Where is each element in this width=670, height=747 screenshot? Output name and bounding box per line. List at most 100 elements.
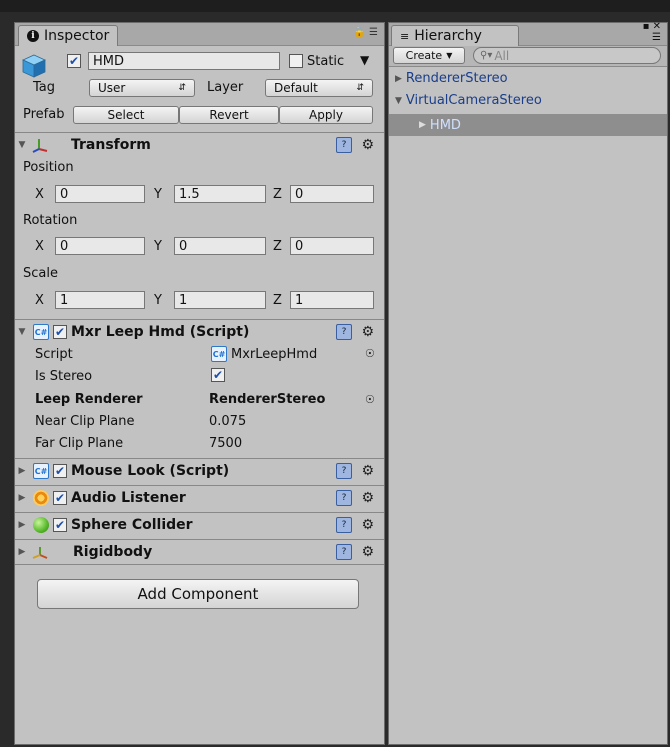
tag-label: Tag — [33, 80, 56, 95]
scale-x-field[interactable]: 1 — [55, 291, 145, 309]
prefab-select-button[interactable]: Select — [73, 106, 179, 124]
gear-icon[interactable]: ⚙ — [361, 137, 374, 153]
gear-icon[interactable]: ⚙ — [361, 544, 374, 560]
tag-dropdown[interactable]: User ⇵ — [89, 79, 195, 97]
object-picker-icon[interactable]: ☉ — [365, 347, 375, 360]
mxr-leep-hmd-header[interactable]: ▼ C# ✔ Mxr Leep Hmd (Script) ? ⚙ — [15, 319, 384, 344]
mouse-look-header[interactable]: ▶ C# ✔ Mouse Look (Script) ? ⚙ — [15, 458, 384, 483]
scale-y-field[interactable]: 1 — [174, 291, 266, 309]
help-icon[interactable]: ? — [336, 463, 352, 479]
sphere-collider-header[interactable]: ▶ ✔ Sphere Collider ? ⚙ — [15, 512, 384, 537]
y-label: Y — [154, 187, 162, 202]
y-label: Y — [154, 293, 162, 308]
collapsed-triangle-icon[interactable]: ▶ — [15, 493, 29, 503]
layer-dropdown-value: Default — [274, 81, 318, 95]
transform-title: Transform — [71, 137, 151, 153]
dropdown-arrows-icon: ⇵ — [356, 83, 364, 93]
sphere-collider-title: Sphere Collider — [71, 517, 193, 533]
audio-listener-icon — [33, 490, 49, 506]
near-clip-plane-value[interactable]: 0.075 — [209, 414, 246, 429]
audio-listener-header[interactable]: ▶ ✔ Audio Listener ? ⚙ — [15, 485, 384, 510]
gameobject-cube-icon — [21, 53, 47, 79]
scale-label: Scale — [23, 266, 58, 281]
collapsed-triangle-icon[interactable]: ▶ — [15, 466, 29, 476]
collapsed-triangle-icon[interactable]: ▶ — [15, 520, 29, 530]
x-label: X — [35, 293, 44, 308]
rotation-row: X 0 Y 0 Z 0 — [15, 237, 384, 259]
far-clip-plane-label: Far Clip Plane — [35, 436, 124, 451]
expand-triangle-icon[interactable]: ▼ — [395, 96, 402, 106]
active-checkbox[interactable]: ✔ — [67, 54, 81, 68]
component-enabled-checkbox[interactable]: ✔ — [53, 491, 67, 505]
near-clip-plane-label: Near Clip Plane — [35, 414, 135, 429]
z-label: Z — [273, 293, 282, 308]
rigidbody-header[interactable]: ▶ Rigidbody ? ⚙ — [15, 539, 384, 565]
hierarchy-item-label: RendererStereo — [405, 71, 508, 86]
tag-dropdown-value: User — [98, 81, 126, 95]
dropdown-arrows-icon: ⇵ — [178, 83, 186, 93]
collapsed-triangle-icon[interactable]: ▶ — [419, 120, 426, 130]
list-icon: ≡ — [400, 29, 410, 43]
position-x-field[interactable]: 0 — [55, 185, 145, 203]
static-dropdown-icon[interactable]: ▼ — [360, 53, 369, 67]
component-enabled-checkbox[interactable]: ✔ — [53, 464, 67, 478]
is-stereo-checkbox[interactable]: ✔ — [211, 368, 225, 382]
rotation-z-field[interactable]: 0 — [290, 237, 374, 255]
rotation-y-field[interactable]: 0 — [174, 237, 266, 255]
tab-hierarchy[interactable]: ≡ Hierarchy — [391, 25, 519, 46]
object-name-field[interactable]: HMD — [88, 52, 280, 70]
hierarchy-item[interactable]: ▶ RendererStereo — [395, 71, 508, 86]
prefab-revert-button[interactable]: Revert — [179, 106, 279, 124]
hierarchy-toolbar: Create ▼ ⚲▾ All — [389, 46, 667, 67]
inspector-tab-bar: i Inspector 🔒 ☰ — [15, 23, 384, 46]
far-clip-plane-value[interactable]: 7500 — [209, 436, 242, 451]
csharp-script-icon: C# — [33, 463, 49, 479]
rotation-x-field[interactable]: 0 — [55, 237, 145, 255]
collapsed-triangle-icon[interactable]: ▶ — [395, 74, 402, 84]
component-enabled-checkbox[interactable]: ✔ — [53, 325, 67, 339]
hierarchy-item-label: HMD — [429, 117, 461, 133]
scale-z-field[interactable]: 1 — [290, 291, 374, 309]
gear-icon[interactable]: ⚙ — [361, 517, 374, 533]
position-z-field[interactable]: 0 — [290, 185, 374, 203]
mouse-look-title: Mouse Look (Script) — [71, 463, 230, 479]
hierarchy-tab-bar: ≡ Hierarchy ▪ ✕ ☰ — [389, 21, 667, 46]
help-icon[interactable]: ? — [336, 544, 352, 560]
sphere-collider-icon — [33, 517, 49, 533]
hierarchy-search-input[interactable]: ⚲▾ All — [473, 47, 661, 64]
rigidbody-title: Rigidbody — [73, 544, 153, 560]
script-field[interactable]: C# MxrLeepHmd — [211, 346, 317, 362]
info-icon: i — [27, 30, 39, 42]
leep-renderer-value[interactable]: RendererStereo — [209, 392, 325, 407]
help-icon[interactable]: ? — [336, 324, 352, 340]
expand-triangle-icon[interactable]: ▼ — [15, 140, 29, 150]
help-icon[interactable]: ? — [336, 517, 352, 533]
tab-inspector-label: Inspector — [44, 28, 110, 44]
hierarchy-item-selected[interactable]: ▶ HMD — [389, 114, 667, 136]
position-y-field[interactable]: 1.5 — [174, 185, 266, 203]
add-component-button[interactable]: Add Component — [37, 579, 359, 609]
transform-header[interactable]: ▼ Transform ? ⚙ — [15, 132, 384, 157]
gear-icon[interactable]: ⚙ — [361, 324, 374, 340]
z-label: Z — [273, 239, 282, 254]
gear-icon[interactable]: ⚙ — [361, 490, 374, 506]
lock-icon[interactable]: 🔒 ☰ — [353, 27, 378, 38]
help-icon[interactable]: ? — [336, 137, 352, 153]
help-icon[interactable]: ? — [336, 490, 352, 506]
create-dropdown[interactable]: Create ▼ — [393, 47, 465, 64]
static-checkbox[interactable] — [289, 54, 303, 68]
hierarchy-panel: ≡ Hierarchy ▪ ✕ ☰ Create ▼ ⚲▾ All ▶ Rende… — [388, 21, 668, 745]
prefab-label: Prefab — [23, 107, 65, 122]
layer-dropdown[interactable]: Default ⇵ — [265, 79, 373, 97]
static-label: Static — [307, 54, 345, 69]
prefab-apply-button[interactable]: Apply — [279, 106, 373, 124]
window-controls-icon[interactable]: ▪ ✕ ☰ — [643, 21, 661, 43]
hierarchy-item-label: VirtualCameraStereo — [405, 93, 542, 108]
gear-icon[interactable]: ⚙ — [361, 463, 374, 479]
collapsed-triangle-icon[interactable]: ▶ — [15, 547, 29, 557]
expand-triangle-icon[interactable]: ▼ — [15, 327, 29, 337]
tab-inspector[interactable]: i Inspector — [18, 25, 119, 46]
component-enabled-checkbox[interactable]: ✔ — [53, 518, 67, 532]
hierarchy-item[interactable]: ▼ VirtualCameraStereo — [395, 93, 542, 108]
object-picker-icon[interactable]: ☉ — [365, 393, 375, 406]
